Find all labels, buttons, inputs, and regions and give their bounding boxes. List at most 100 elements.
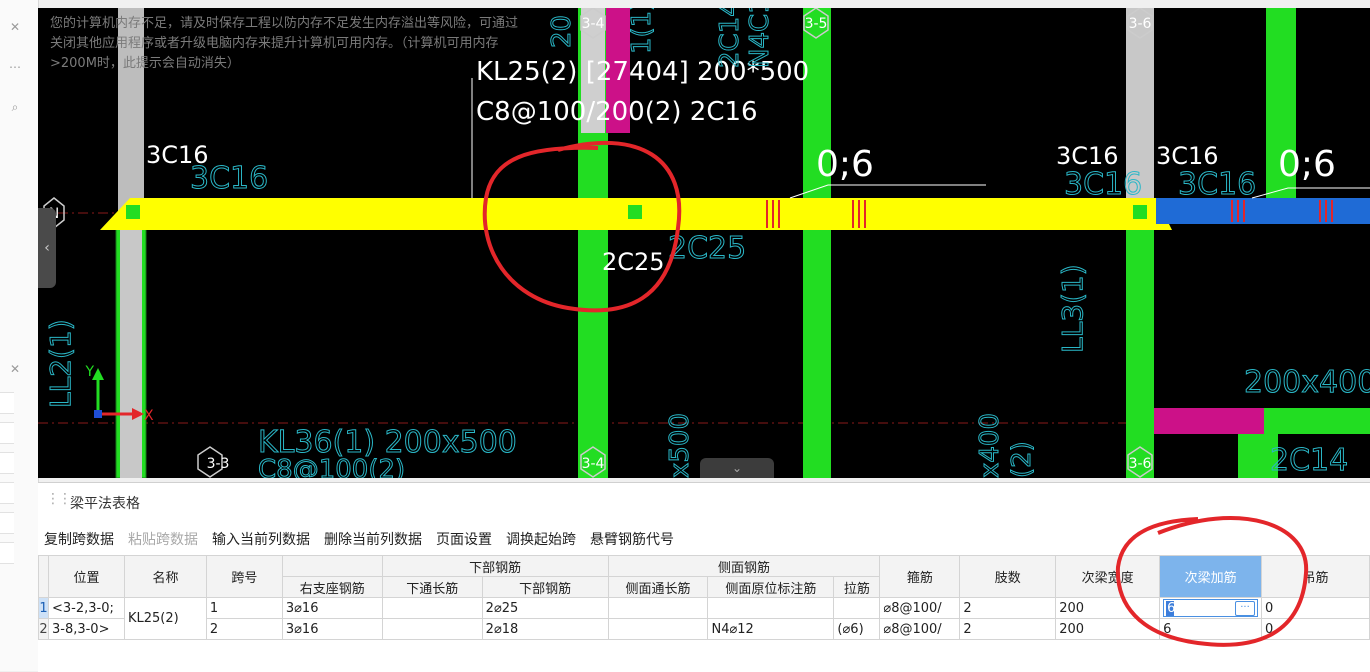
close-icon[interactable]: ✕ [6, 18, 24, 36]
cell-sec-beam-width[interactable]: 200 [1055, 618, 1161, 640]
more-icon[interactable]: ⋯ [6, 58, 24, 76]
cell-bottom-through[interactable] [381, 618, 483, 640]
list-item[interactable] [0, 422, 14, 444]
cad-viewport[interactable]: 3-4 3-5 3-6 N 3-3 3-4 3-6 KL25(2) [27404… [38, 8, 1370, 478]
axis-label: 3-6 [1129, 16, 1152, 32]
left-support-outline: 3C16 [190, 161, 268, 196]
list-item[interactable] [0, 542, 14, 564]
cell-side-through[interactable] [607, 597, 709, 619]
vertical-label: (2) [1007, 441, 1037, 478]
drag-grip-icon[interactable]: ⋮⋮ [46, 491, 72, 507]
row-number[interactable]: 2 [38, 618, 49, 640]
ucs-x-label: X [144, 408, 154, 424]
vertical-label: 2C14 [715, 8, 745, 68]
axis-label: 3-4 [582, 456, 605, 472]
col-header-side-through[interactable]: 侧面通长筋 [607, 576, 709, 598]
list-item[interactable] [0, 452, 14, 474]
cell-span[interactable]: 1 [205, 597, 283, 619]
col-header-bottom-through[interactable]: 下通长筋 [381, 576, 483, 598]
axis-label: 3-6 [1129, 456, 1152, 472]
col-header-tie[interactable]: 拉筋 [833, 576, 881, 598]
row-number[interactable]: 1 [38, 597, 49, 619]
col-header-empty [281, 555, 383, 577]
swap-start-span-button[interactable]: 调换起始跨 [506, 529, 576, 549]
cell-tie[interactable] [833, 597, 881, 619]
axis-label: 3-4 [582, 16, 605, 32]
right-support-outline-b: 3C16 [1178, 167, 1256, 202]
cell-stirrup[interactable]: ⌀8@100/ [879, 618, 961, 640]
collapse-left-handle[interactable]: ‹ [38, 208, 56, 288]
table-toolbar: 复制跨数据 粘贴跨数据 输入当前列数据 删除当前列数据 页面设置 调换起始跨 悬… [44, 529, 674, 549]
cell-sec-beam-add[interactable]: 6 [1159, 618, 1263, 640]
input-column-data-button[interactable]: 输入当前列数据 [212, 529, 310, 549]
vertical-label: x400 [975, 413, 1005, 478]
memory-warning: 您的计算机内存不足，请及时保存工程以防内存不足发生内存溢出等风险，可通过关闭其他… [50, 16, 519, 71]
list-item[interactable] [0, 512, 14, 534]
hanger-value: 0;6 [816, 144, 874, 185]
copy-span-data-button[interactable]: 复制跨数据 [44, 529, 114, 549]
cell-sec-beam-width[interactable]: 200 [1055, 597, 1161, 619]
col-header-hanger[interactable]: 吊筋 [1261, 555, 1370, 598]
cell-bottom-bar[interactable]: 2⌀25 [481, 597, 609, 619]
table-row[interactable]: 1 <3-2,3-0; KL25(2) 1 3⌀16 2⌀25 ⌀8@100/ … [38, 597, 1370, 640]
col-header-legs[interactable]: 肢数 [959, 555, 1057, 598]
page-setup-button[interactable]: 页面设置 [436, 529, 492, 549]
cell-side-in-situ[interactable] [707, 597, 835, 619]
ll3-label: LL3(1) [1056, 264, 1089, 353]
col-header-bottom-bar[interactable]: 下部钢筋 [481, 576, 609, 598]
mid-bottom-rebar: 2C25 [602, 248, 665, 276]
col-header-stirrup[interactable]: 箍筋 [879, 555, 961, 598]
cell-editor[interactable]: 6 ··· [1163, 599, 1259, 617]
search-icon[interactable]: ⌕ [6, 98, 24, 116]
mid-bottom-outline: 2C25 [668, 231, 746, 266]
beam-label-line2: C8@100/200(2) 2C16 [476, 97, 758, 127]
cell-right-support[interactable]: 3⌀16 [281, 597, 383, 619]
cell-editor-value[interactable]: 6 [1166, 600, 1175, 616]
vertical-label: 1(1) [627, 8, 657, 54]
cell-legs[interactable]: 2 [959, 618, 1057, 640]
cell-name[interactable]: KL25(2) [123, 597, 207, 640]
close-icon[interactable]: ✕ [6, 360, 24, 378]
cell-bottom-through[interactable] [381, 597, 483, 619]
ucs-y-label: Y [84, 364, 94, 380]
col-header-span[interactable]: 跨号 [205, 555, 283, 598]
left-side-panel: ✕ ⋯ ⌕ ✕ [0, 0, 39, 671]
cell-stirrup[interactable]: ⌀8@100/ [879, 597, 961, 619]
cell-span[interactable]: 2 [205, 618, 283, 640]
cell-bottom-bar[interactable]: 2⌀18 [481, 618, 609, 640]
right-support-rebar-b: 3C16 [1156, 142, 1219, 170]
ellipsis-button[interactable]: ··· [1235, 600, 1256, 616]
cell-right-support[interactable]: 3⌀16 [281, 618, 383, 640]
cell-sec-beam-add-editor[interactable]: 6 ··· [1159, 597, 1263, 619]
corner-cell [38, 555, 49, 598]
vertical-label: 20 [547, 15, 577, 48]
col-header-side-in-situ[interactable]: 侧面原位标注筋 [707, 576, 835, 598]
axis-label: 3-3 [207, 456, 230, 472]
cell-hanger[interactable]: 0 [1261, 597, 1370, 619]
col-header-right-support[interactable]: 右支座钢筋 [281, 576, 383, 598]
vertical-label: x500 [665, 413, 695, 478]
paste-span-data-button[interactable]: 粘贴跨数据 [128, 529, 198, 549]
cell-position[interactable]: <3-2,3-0; [47, 597, 125, 619]
col-header-sec-beam-width[interactable]: 次梁宽度 [1055, 555, 1161, 598]
beam-table-panel: ⋮⋮ 梁平法表格 复制跨数据 粘贴跨数据 输入当前列数据 删除当前列数据 页面设… [38, 482, 1370, 672]
cell-side-through[interactable] [607, 618, 709, 640]
kl36-sub-label: C8@100(2) [258, 455, 405, 478]
cell-legs[interactable]: 2 [959, 597, 1057, 619]
delete-column-data-button[interactable]: 删除当前列数据 [324, 529, 422, 549]
list-item[interactable] [0, 392, 14, 414]
cell-side-in-situ[interactable]: N4⌀12 [707, 618, 835, 640]
cell-hanger[interactable]: 0 [1261, 618, 1370, 640]
table-row[interactable]: 2 3-8,3-0> 2 3⌀16 2⌀18 N4⌀12 (⌀6) ⌀8@100… [38, 618, 1370, 640]
cell-tie[interactable]: (⌀6) [833, 618, 881, 640]
right-support-rebar-a: 3C16 [1056, 142, 1119, 170]
cantilever-code-button[interactable]: 悬臂钢筋代号 [590, 529, 674, 549]
col-header-name[interactable]: 名称 [123, 555, 207, 598]
size-label: 200x400 [1244, 365, 1370, 400]
list-item[interactable] [0, 482, 14, 504]
col-header-sec-beam-add[interactable]: 次梁加筋 [1159, 555, 1263, 598]
cell-position[interactable]: 3-8,3-0> [47, 618, 125, 640]
collapse-bottom-handle[interactable]: ⌄ [700, 458, 774, 478]
col-header-position[interactable]: 位置 [47, 555, 125, 598]
drawing-canvas[interactable]: 3-4 3-5 3-6 N 3-3 3-4 3-6 KL25(2) [27404… [38, 8, 1370, 478]
